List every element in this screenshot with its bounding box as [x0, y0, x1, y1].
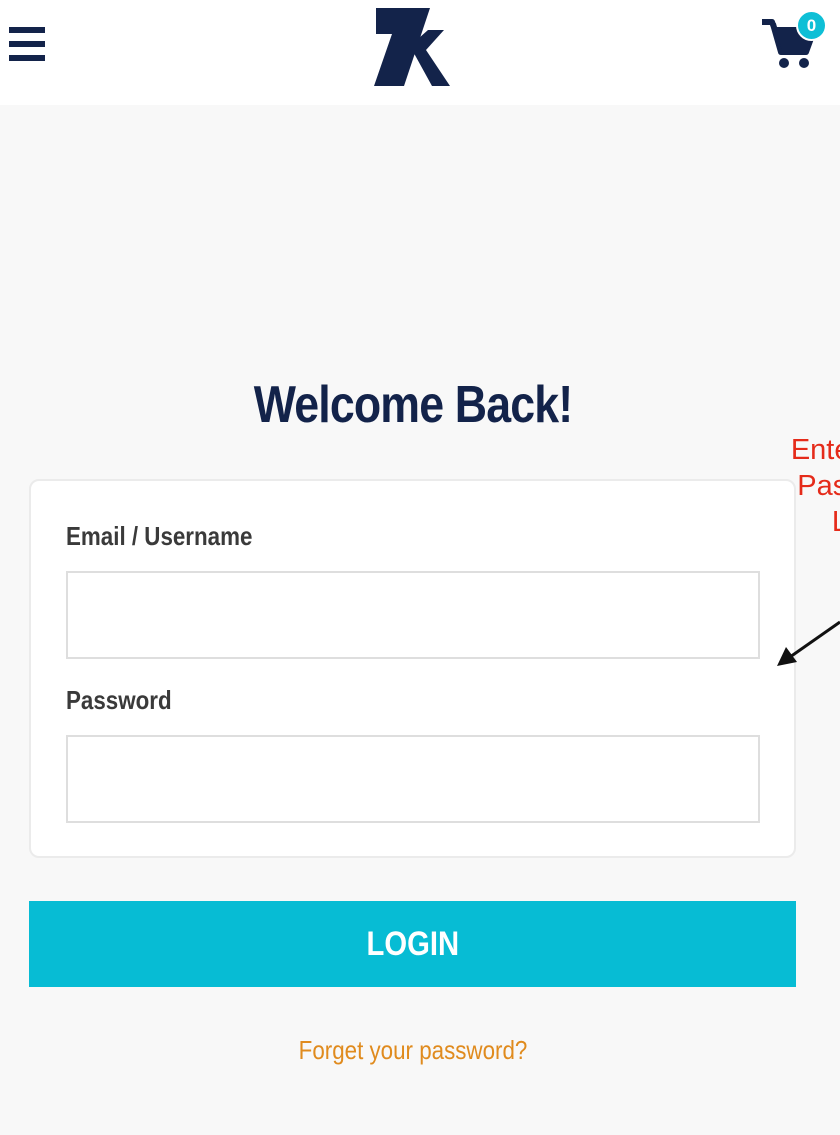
hamburger-menu-icon[interactable] [9, 27, 45, 61]
7k-logo[interactable] [370, 6, 454, 88]
login-button-label: LOGIN [366, 925, 459, 963]
login-button[interactable]: LOGIN [29, 901, 796, 987]
page-title: Welcome Back! [253, 376, 573, 434]
email-label: Email / Username [66, 521, 253, 551]
cart-count-badge: 0 [796, 10, 827, 41]
forgot-password-link[interactable]: Forget your password? [58, 1033, 768, 1067]
email-field[interactable] [66, 571, 760, 659]
password-label: Password [66, 685, 172, 715]
password-field[interactable] [66, 735, 760, 823]
top-bar: 0 [0, 0, 840, 105]
